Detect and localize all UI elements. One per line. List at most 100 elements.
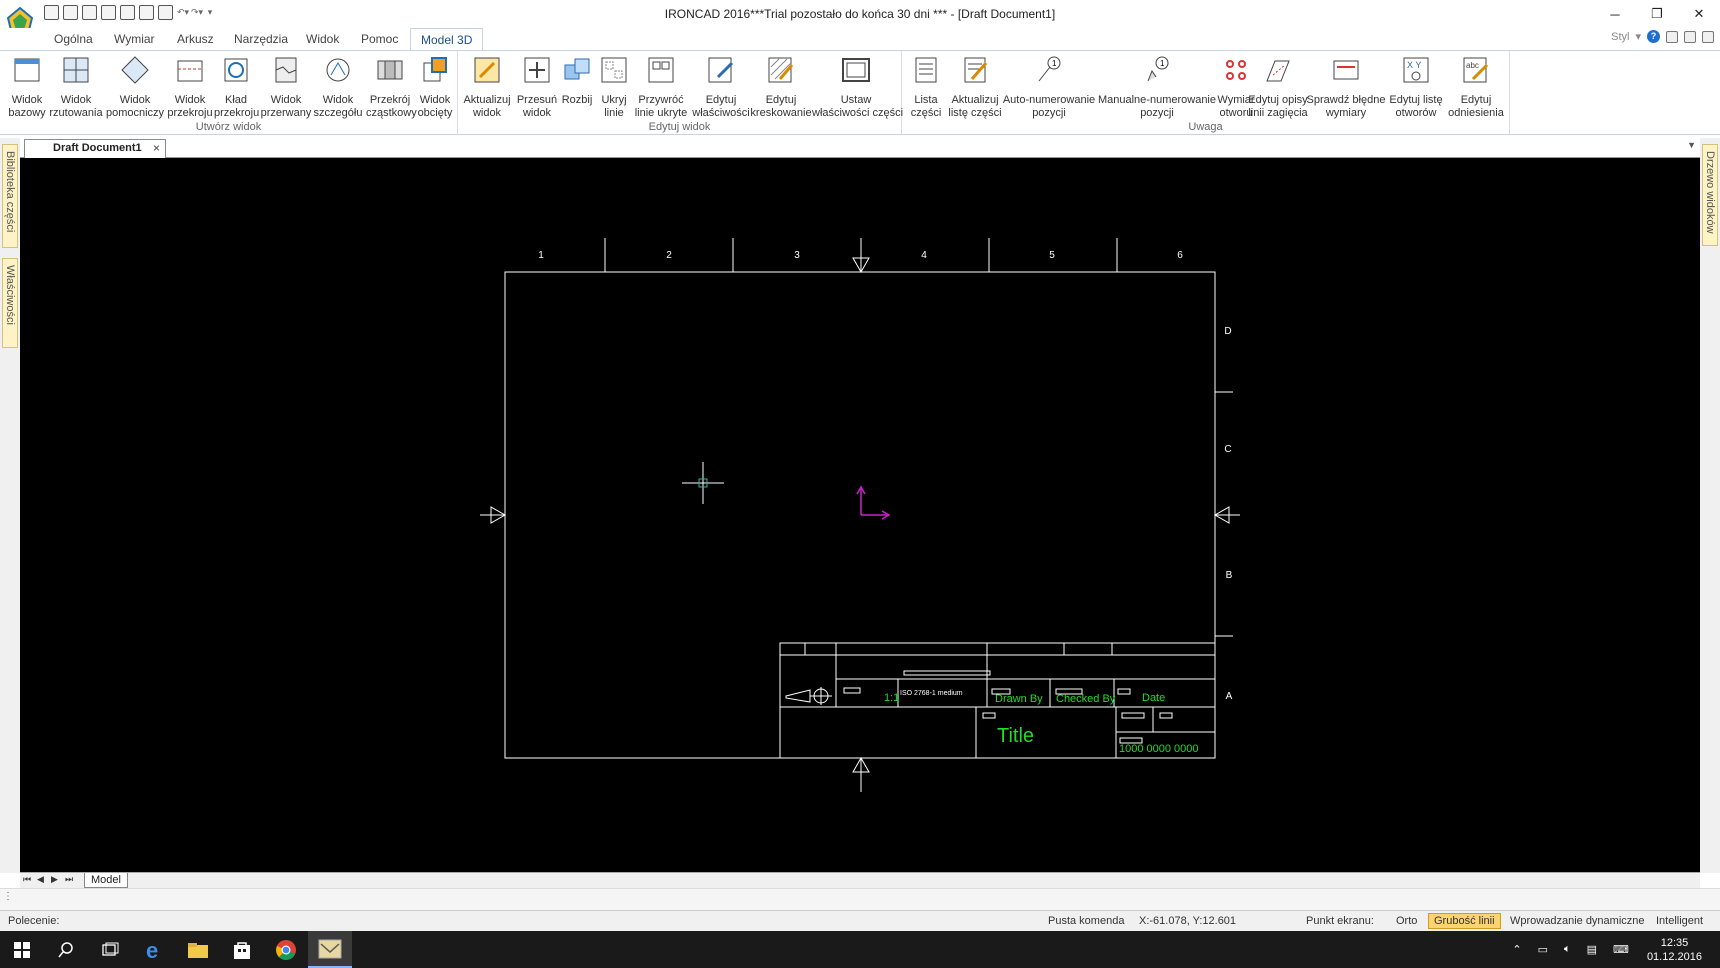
group-label-create-view: Utwórz widok	[195, 121, 262, 133]
partial-section-icon	[377, 60, 403, 80]
edit-properties-button[interactable]: Edytuj właściwości	[692, 55, 750, 120]
show-hidden-icons-icon[interactable]: ⌃	[1512, 943, 1521, 956]
edit-hatching-button[interactable]: Edytuj kreskowanie	[750, 55, 812, 120]
parts-library-panel-tab[interactable]: Biblioteka części	[2, 144, 18, 248]
first-sheet-icon[interactable]: ⏮	[23, 874, 31, 885]
edit-properties-icon	[708, 57, 734, 83]
edge-taskbar-button[interactable]: e	[132, 931, 176, 968]
zone-label-row: D	[1224, 326, 1231, 337]
cropped-view-icon	[423, 57, 447, 82]
store-taskbar-button[interactable]	[220, 931, 264, 968]
start-button[interactable]	[0, 931, 44, 968]
document-tab-bar: Draft Document1 × ▼	[20, 138, 1700, 158]
ironcad-draft-icon	[318, 939, 342, 958]
file-explorer-taskbar-button[interactable]	[176, 931, 220, 968]
base-view-icon	[14, 58, 40, 82]
intelligent-toggle[interactable]: Intelligent	[1656, 915, 1703, 927]
title-block-title: Title	[997, 725, 1034, 747]
document-tab-close-icon[interactable]: ×	[153, 140, 160, 157]
tab-arkusz[interactable]: Arkusz	[167, 28, 224, 50]
tab-widok[interactable]: Widok	[296, 28, 349, 50]
restore-hidden-lines-button[interactable]: Przywróć linie ukryte	[630, 55, 692, 120]
keyboard-icon[interactable]: ⌨︎	[1613, 943, 1629, 956]
tab-ogolna[interactable]: Ogólna	[44, 28, 103, 50]
partial-section-button[interactable]: Przekrój cząstkowy	[366, 55, 417, 120]
drawing-canvas[interactable]: 1 2 3 4 5 6 D C B A 1:1 ISO 2768-1 mediu…	[20, 158, 1700, 872]
window-title: IRONCAD 2016***Trial pozostało do końca …	[664, 7, 1056, 21]
ribbon-minimize-icon[interactable]	[1666, 30, 1678, 43]
ortho-toggle[interactable]: Orto	[1396, 915, 1417, 927]
properties-panel-tab[interactable]: Właściwości	[2, 258, 18, 348]
zone-label-col: 2	[666, 250, 672, 261]
style-dropdown-arrow-icon[interactable]: ▾	[1635, 30, 1641, 43]
update-parts-list-icon	[964, 57, 988, 83]
volume-icon[interactable]: 🔈︎	[1564, 943, 1571, 956]
title-block-date: Date	[1142, 692, 1165, 704]
doc-close-icon[interactable]	[1702, 30, 1714, 43]
check-dimensions-button[interactable]: Sprawdź błędne wymiary	[1306, 55, 1386, 120]
edit-references-button[interactable]: abc Edytuj odniesienia	[1446, 55, 1506, 120]
title-bar: ↶▾ ↷▾ ▾ IRONCAD 2016***Trial pozostało d…	[0, 0, 1720, 35]
sheet-tab-model[interactable]: Model	[84, 873, 128, 888]
network-icon[interactable]: ▭	[1538, 943, 1548, 956]
detail-view-button[interactable]: Widok szczegółu	[312, 55, 364, 120]
move-view-button[interactable]: Przesuń widok	[514, 55, 560, 120]
action-center-icon[interactable]: ▤	[1587, 943, 1597, 956]
edit-references-icon: abc	[1463, 57, 1489, 83]
last-sheet-icon[interactable]: ⏭	[65, 874, 73, 885]
edit-bend-notes-button[interactable]: Edytuj opisy linii zagięcia	[1246, 55, 1310, 120]
edit-hatching-icon	[768, 57, 794, 83]
command-history-grip-icon: ⋮	[3, 891, 13, 902]
parts-list-button[interactable]: Lista części	[906, 55, 946, 120]
prev-sheet-icon[interactable]: ◀	[37, 874, 44, 885]
auto-balloon-button[interactable]: 1 Auto-numerowanie pozycji	[998, 55, 1100, 120]
restore-hidden-lines-icon	[648, 57, 674, 83]
restore-button[interactable]: ❐	[1636, 0, 1678, 28]
set-part-properties-button[interactable]: Ustaw właściwości części	[812, 55, 903, 120]
taskbar-clock[interactable]: 12:35 01.12.2016	[1647, 936, 1702, 964]
detail-view-icon	[326, 58, 350, 82]
tab-list-dropdown-icon[interactable]: ▼	[1687, 140, 1696, 150]
revolved-section-button[interactable]: Kład przekroju	[214, 55, 259, 120]
auxiliary-view-button[interactable]: Widok pomocniczy	[105, 55, 165, 120]
section-view-button[interactable]: Widok przekroju	[167, 55, 213, 120]
tab-wymiar[interactable]: Wymiar	[104, 28, 165, 50]
close-button[interactable]: ✕	[1678, 0, 1720, 28]
minimize-button[interactable]: ─	[1594, 0, 1636, 28]
dynamic-input-toggle[interactable]: Wprowadzanie dynamiczne	[1510, 915, 1645, 927]
zone-label-col: 6	[1177, 250, 1183, 261]
tab-narzedzia[interactable]: Narzędzia	[224, 28, 298, 50]
projection-cone-icon	[785, 689, 811, 703]
search-button[interactable]	[44, 931, 88, 968]
cropped-view-button[interactable]: Widok obcięty	[414, 55, 456, 120]
task-view-button[interactable]	[88, 931, 132, 968]
ironcad-taskbar-button[interactable]	[308, 931, 352, 968]
sheet-tab-bar: ⏮ ◀ ▶ ⏭ Model	[20, 872, 1700, 888]
system-tray: ⌃ ▭ 🔈︎ ▤ ⌨︎ 12:35 01.12.2016	[1504, 931, 1720, 968]
explode-button[interactable]: Rozbij	[560, 55, 594, 107]
windows-taskbar: e ⌃ ▭ 🔈︎ ▤ ⌨︎ 12:35 01.12.2016	[0, 931, 1720, 968]
edit-hole-table-button[interactable]: X Y Edytuj listę otworów	[1386, 55, 1446, 120]
chrome-taskbar-button[interactable]	[264, 931, 308, 968]
projection-view-button[interactable]: Widok rzutowania	[49, 55, 103, 120]
parts-list-icon	[915, 57, 937, 83]
update-parts-list-button[interactable]: Aktualizuj listę części	[946, 55, 1004, 120]
manual-balloon-button[interactable]: 1 Manualne-numerowanie pozycji	[1096, 55, 1218, 120]
command-line-area[interactable]: ⋮	[0, 888, 1720, 910]
group-label-notes: Uwaga	[1188, 121, 1223, 133]
update-view-button[interactable]: Aktualizuj widok	[462, 55, 512, 120]
base-view-button[interactable]: Widok bazowy	[6, 55, 48, 120]
view-tree-panel-tab[interactable]: Drzewo widoków	[1702, 144, 1718, 246]
help-icon[interactable]: ?	[1647, 30, 1660, 43]
style-dropdown[interactable]: Styl	[1611, 31, 1629, 43]
ribbon-tabs: Ogólna Wymiar Arkusz Narzędzia Widok Pom…	[0, 28, 1720, 51]
document-tab[interactable]: Draft Document1 ×	[24, 139, 166, 158]
tab-model-3d[interactable]: Model 3D	[410, 28, 484, 51]
broken-view-button[interactable]: Widok przerwany	[260, 55, 312, 120]
hide-lines-button[interactable]: Ukryj linie	[594, 55, 634, 120]
section-view-icon	[177, 60, 203, 82]
tab-pomoc[interactable]: Pomoc	[351, 28, 408, 50]
next-sheet-icon[interactable]: ▶	[51, 874, 58, 885]
doc-restore-icon[interactable]	[1684, 30, 1696, 43]
line-weight-toggle[interactable]: Grubość linii	[1428, 913, 1501, 929]
